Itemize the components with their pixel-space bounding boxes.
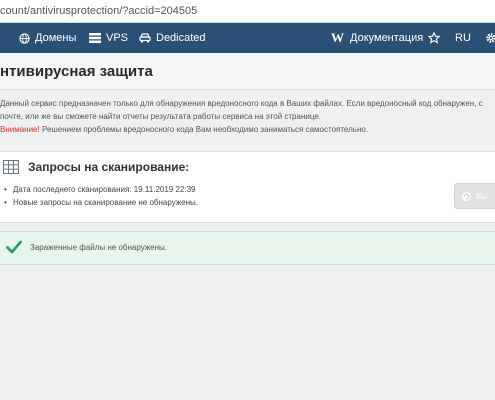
- nav-docs[interactable]: W Документация: [331, 23, 423, 53]
- nav-item-label: Dedicated: [156, 32, 206, 44]
- server-icon: [89, 33, 101, 43]
- globe-icon: [19, 32, 30, 44]
- warning-line: Внимание! Решением проблемы вредоносного…: [0, 123, 495, 136]
- request-scan-button[interactable]: Вы: [454, 183, 495, 209]
- scan-card-title: Запросы на сканирование:: [28, 160, 190, 174]
- car-icon: [139, 33, 151, 43]
- nav-item-vps[interactable]: VPS: [89, 23, 128, 53]
- nav-item-dedicated[interactable]: Dedicated: [139, 23, 206, 53]
- list-item: • Новые запросы на сканирование не обнару…: [4, 198, 199, 207]
- list-item: • Дата последнего сканирования: 19.11.201…: [4, 185, 196, 194]
- gear-icon: [486, 33, 495, 43]
- nav-docs-label: Документация: [350, 32, 424, 44]
- nav-item-label: Домены: [35, 32, 77, 44]
- nav-item-label: VPS: [106, 32, 129, 44]
- language-label: RU: [455, 32, 471, 44]
- status-message: Зараженные файлы не обнаружены.: [30, 243, 168, 252]
- page-header: нтивирусная защита: [0, 53, 495, 90]
- no-new-requests-text: Новые запросы на сканирование не обнаруж…: [13, 198, 199, 207]
- language-selector[interactable]: RU: [455, 23, 471, 53]
- settings-button[interactable]: [485, 23, 495, 53]
- wikipedia-w-icon: W: [331, 30, 344, 45]
- refresh-icon: [461, 191, 472, 201]
- warning-text: Решением проблемы вредоносного кода Вам …: [39, 125, 369, 134]
- top-navbar: Домены VPS Dedicated W Документация RU: [0, 23, 495, 53]
- description-line-2: почте, или же вы сможете найти отчеты ре…: [0, 112, 322, 121]
- warning-label: Внимание!: [0, 125, 40, 134]
- scan-button-label: Вы: [476, 191, 488, 201]
- address-url[interactable]: count/antivirusprotection/?accid=204505: [0, 5, 197, 17]
- star-icon: [428, 32, 440, 44]
- table-grid-icon: [3, 160, 19, 174]
- service-description: Данный сервис предназначен только для об…: [0, 97, 495, 136]
- favorites-star-button[interactable]: [428, 23, 445, 53]
- browser-address-bar[interactable]: count/antivirusprotection/?accid=204505: [0, 0, 495, 23]
- nav-item-domains[interactable]: Домены: [19, 23, 76, 53]
- status-success-alert: Зараженные файлы не обнаружены.: [0, 231, 495, 265]
- scan-requests-card: Запросы на сканирование: • Дата последнег…: [0, 151, 495, 223]
- checkmark-icon: [6, 240, 22, 254]
- last-scan-text: Дата последнего сканирования: 19.11.2019…: [13, 185, 196, 194]
- scan-info-list: • Дата последнего сканирования: 19.11.201…: [4, 183, 198, 209]
- page-title: нтивирусная защита: [0, 63, 153, 80]
- description-line-1: Данный сервис предназначен только для об…: [0, 99, 483, 108]
